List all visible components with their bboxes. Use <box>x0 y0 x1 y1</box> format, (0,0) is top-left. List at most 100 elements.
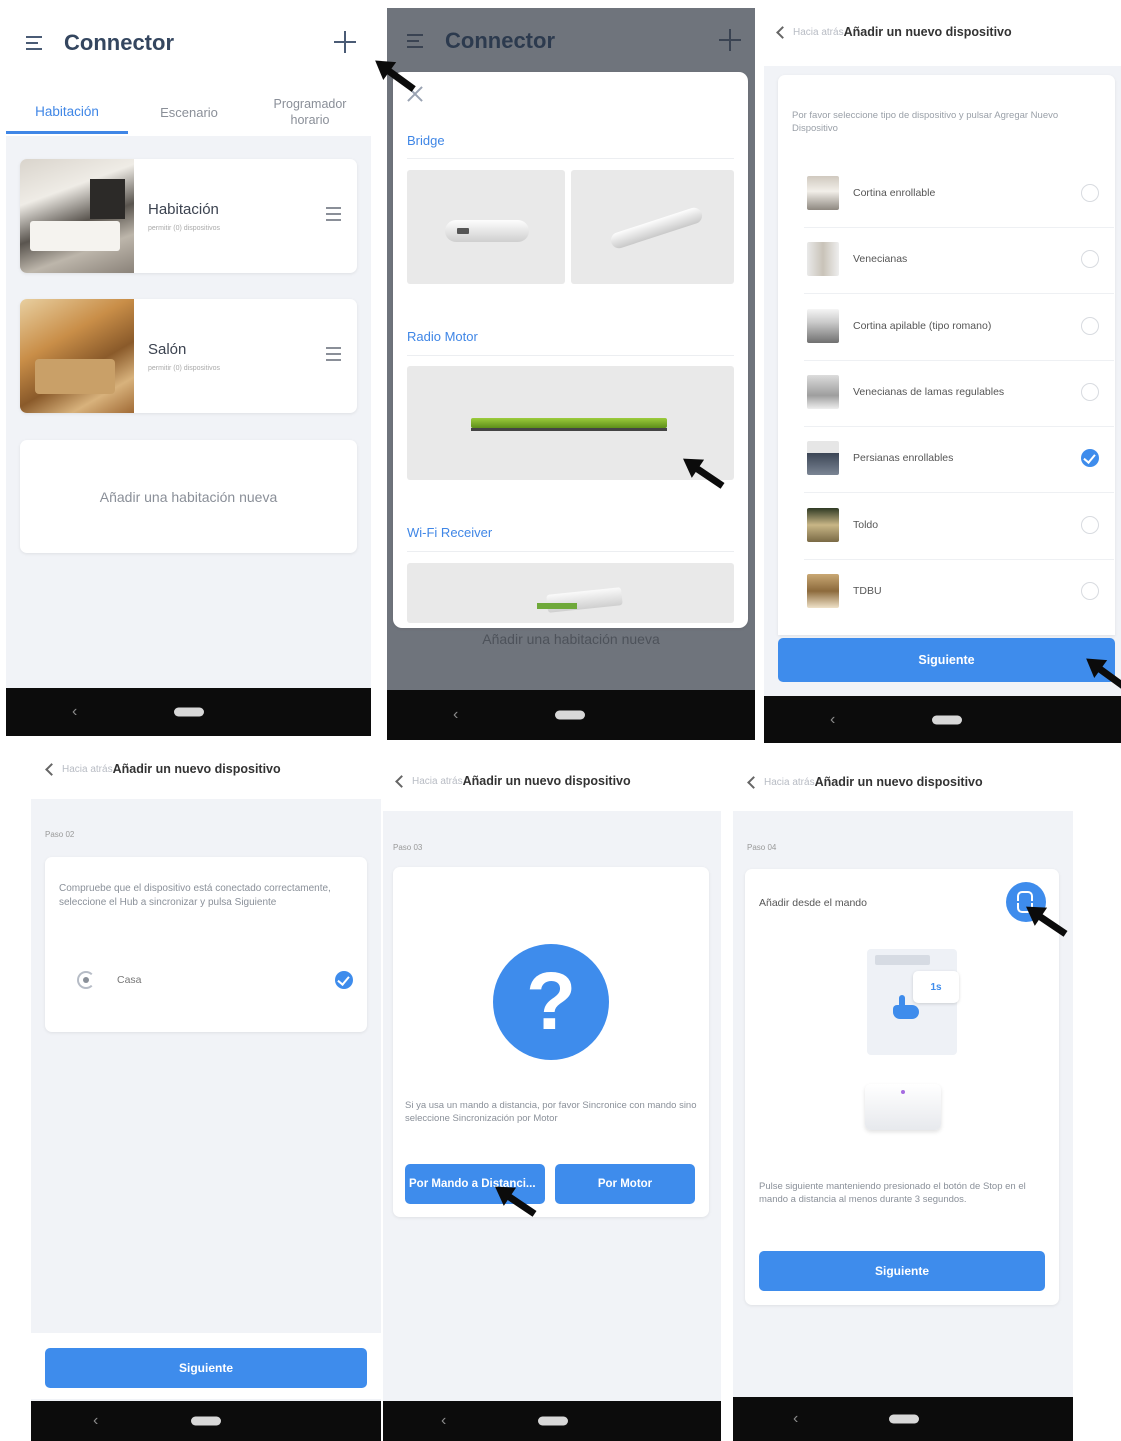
chevron-left-icon <box>776 25 789 39</box>
tab-active-underline <box>6 131 128 134</box>
nav-back-icon[interactable]: ‹ <box>830 711 835 729</box>
android-nav-bar: ‹ <box>387 690 755 740</box>
device-type-row[interactable]: TDBU <box>764 573 1114 625</box>
android-nav-bar: ‹ <box>6 688 371 736</box>
room-card-living[interactable]: Salón permitir (0) dispositivos <box>20 299 357 413</box>
sync-by-remote-button[interactable]: Por Mando a Distanci... <box>405 1164 545 1204</box>
divider <box>804 492 1114 494</box>
chevron-left-icon <box>395 774 408 788</box>
device-type-thumbnail <box>807 507 839 542</box>
screen-step-3: Hacia atrás Añadir un nuevo dispositivo … <box>383 757 721 1441</box>
tab-room[interactable]: Habitación <box>6 104 128 119</box>
device-type-row[interactable]: Persianas enrollables <box>764 440 1114 494</box>
room-photo-living <box>20 299 134 413</box>
radio-unchecked-icon[interactable] <box>1081 382 1099 401</box>
instruction-text: Si ya usa un mando a distancia, por favo… <box>405 1100 697 1124</box>
step-label: Paso 03 <box>393 843 423 852</box>
nav-home-icon[interactable] <box>889 1414 919 1424</box>
sync-by-motor-button[interactable]: Por Motor <box>555 1164 695 1204</box>
nav-back-icon[interactable]: ‹ <box>441 1412 446 1430</box>
device-type-label: Cortina enrollable <box>853 187 936 199</box>
divider <box>804 359 1114 361</box>
tab-scheduler[interactable]: Programador horario <box>260 96 360 128</box>
android-nav-bar: ‹ <box>733 1397 1073 1441</box>
bridge-device-tile-hub[interactable] <box>407 170 565 284</box>
instruction-text: Compruebe que el dispositivo está conect… <box>59 883 331 908</box>
next-button[interactable]: Siguiente <box>45 1348 367 1388</box>
nav-home-icon[interactable] <box>932 715 962 724</box>
radio-unchecked-icon[interactable] <box>1081 250 1099 269</box>
section-wifi-receiver: Wi-Fi Receiver <box>407 525 493 540</box>
chevron-left-icon <box>747 775 760 789</box>
back-button[interactable]: Hacia atrás Añadir un nuevo dispositivo <box>45 762 281 776</box>
hub-row[interactable]: Casa <box>59 967 359 995</box>
divider <box>804 558 1114 560</box>
page-title: Añadir un nuevo dispositivo <box>112 762 281 776</box>
section-bridge: Bridge <box>407 133 445 148</box>
app-title: Connector <box>64 30 174 55</box>
room-name: Salón <box>148 341 187 358</box>
screen-step-2: Hacia atrás Añadir un nuevo dispositivo … <box>31 745 381 1441</box>
device-type-label: TDBU <box>853 584 882 597</box>
radio-unchecked-icon[interactable] <box>1081 184 1099 202</box>
divider <box>804 227 1114 228</box>
next-button[interactable]: Siguiente <box>778 638 1115 682</box>
radio-unchecked-icon[interactable] <box>1081 581 1099 600</box>
back-button[interactable]: Hacia atrás Añadir un nuevo dispositivo <box>747 775 983 789</box>
page-title: Añadir un nuevo dispositivo <box>462 774 631 788</box>
wifi-receiver-tile[interactable] <box>407 563 734 623</box>
device-type-thumbnail <box>807 441 839 476</box>
dimmed-add-room: Añadir una habitación nueva <box>482 631 660 647</box>
menu-icon[interactable] <box>26 36 42 50</box>
step-label: Paso 04 <box>747 843 777 852</box>
device-type-row[interactable]: Venecianas <box>764 241 1114 295</box>
instruction-text: Pulse siguiente manteniendo presionado e… <box>759 1181 1026 1205</box>
hub-card: Compruebe que el dispositivo está conect… <box>45 857 367 1032</box>
nav-back-icon[interactable]: ‹ <box>93 1412 98 1430</box>
device-type-row[interactable]: Cortina enrollable <box>764 175 1114 228</box>
add-room-card[interactable]: Añadir una habitación nueva <box>20 440 357 553</box>
nav-home-icon[interactable] <box>174 707 204 717</box>
device-type-row[interactable]: Cortina apilable (tipo romano) <box>764 308 1114 361</box>
room-devices: permitir (0) dispositivos <box>148 225 220 232</box>
page-title: Añadir un nuevo dispositivo <box>843 25 1012 39</box>
back-button[interactable]: Hacia atrás Añadir un nuevo dispositivo <box>395 774 631 788</box>
device-picker-dialog: Bridge Radio Motor Wi-Fi Receiver <box>393 72 748 628</box>
device-type-label: Venecianas de lamas regulables <box>853 385 1005 398</box>
nav-back-icon[interactable]: ‹ <box>72 703 77 721</box>
hub-radio-waves-icon <box>77 971 95 989</box>
settings-sliders-icon[interactable] <box>326 207 341 221</box>
device-type-label: Venecianas <box>853 253 908 266</box>
nav-home-icon[interactable] <box>538 1416 568 1426</box>
section-radio-motor: Radio Motor <box>407 329 478 344</box>
screen-step-4: Hacia atrás Añadir un nuevo dispositivo … <box>733 757 1073 1441</box>
android-nav-bar: ‹ <box>383 1401 721 1441</box>
device-type-row[interactable]: Venecianas de lamas regulables <box>764 374 1114 427</box>
tab-scene[interactable]: Escenario <box>128 105 250 120</box>
device-type-row[interactable]: Toldo <box>764 507 1114 560</box>
device-type-thumbnail <box>807 573 839 608</box>
sync-method-card: ? Si ya usa un mando a distancia, por fa… <box>393 867 709 1217</box>
divider <box>804 425 1114 427</box>
nav-home-icon[interactable] <box>191 1416 221 1426</box>
nav-back-icon[interactable]: ‹ <box>453 706 458 724</box>
hold-duration-badge: 1s <box>913 971 959 1003</box>
device-type-label: Toldo <box>853 518 879 531</box>
settings-sliders-icon[interactable] <box>326 347 341 361</box>
bridge-device-tile-dongle[interactable] <box>571 170 734 284</box>
device-type-label: Cortina apilable (tipo romano) <box>853 319 992 332</box>
room-card-bedroom[interactable]: Habitación permitir (0) dispositivos <box>20 159 357 273</box>
step-label: Paso 02 <box>45 830 75 839</box>
next-button[interactable]: Siguiente <box>759 1251 1045 1291</box>
device-type-label: Persianas enrollables <box>853 452 954 465</box>
nav-home-icon[interactable] <box>555 710 585 720</box>
nav-back-icon[interactable]: ‹ <box>793 1410 798 1428</box>
back-button[interactable]: Hacia atrás Añadir un nuevo dispositivo <box>776 25 1012 39</box>
hub-selected-check-icon[interactable] <box>335 971 353 989</box>
radio-unchecked-icon[interactable] <box>1081 316 1099 335</box>
room-devices: permitir (0) dispositivos <box>148 365 220 372</box>
add-icon[interactable] <box>334 31 356 53</box>
radio-unchecked-icon[interactable] <box>1081 515 1099 534</box>
radio-checked-icon[interactable] <box>1081 449 1099 468</box>
app-title: Connector <box>445 28 555 53</box>
